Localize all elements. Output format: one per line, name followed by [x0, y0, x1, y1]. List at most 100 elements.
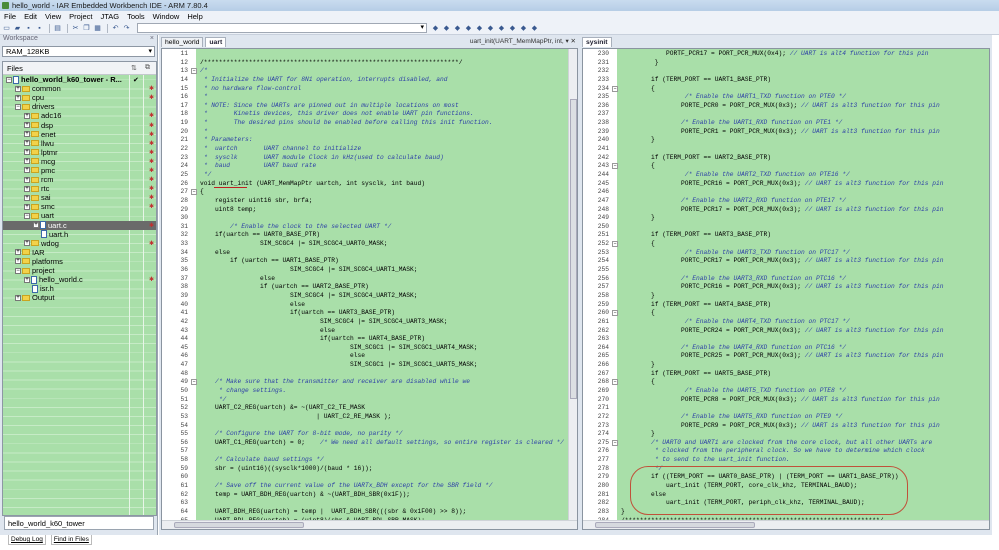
menu-tools[interactable]: Tools: [123, 12, 149, 21]
fold-toggle-icon[interactable]: −: [191, 68, 197, 75]
fold-toggle-icon[interactable]: −: [191, 379, 197, 386]
code-line[interactable]: 235 /* Enable the UART1_TXD function on …: [585, 93, 987, 102]
code-line[interactable]: 21 * Parameters:: [164, 136, 567, 145]
horizontal-scrollbar[interactable]: [162, 520, 577, 529]
expand-icon[interactable]: +: [24, 140, 30, 147]
code-line[interactable]: 255: [585, 266, 987, 275]
tree-item[interactable]: − project: [3, 266, 156, 275]
menu-jtag[interactable]: JTAG: [97, 12, 124, 21]
options-icon[interactable]: ⧉: [145, 64, 150, 72]
code-line[interactable]: 240 }: [585, 136, 987, 145]
code-line[interactable]: 269 /* Enable the UART5_TXD function on …: [585, 387, 987, 396]
code-line[interactable]: 259 if (TERM_PORT == UART4_BASE_PTR): [585, 301, 987, 310]
collapse-icon[interactable]: −: [24, 212, 30, 219]
code-line[interactable]: 257 PORTC_PCR16 = PORT_PCR_MUX(0x3); // …: [585, 283, 987, 292]
expand-icon[interactable]: +: [24, 131, 30, 138]
expand-icon[interactable]: +: [24, 176, 30, 183]
expand-icon[interactable]: +: [24, 203, 30, 210]
code-line[interactable]: 246: [585, 188, 987, 197]
code-line[interactable]: 263: [585, 335, 987, 344]
code-line[interactable]: 44 if(uartch == UART4_BASE_PTR): [164, 335, 567, 344]
code-line[interactable]: 270 PORTE_PCR8 = PORT_PCR_MUX(0x3); // U…: [585, 396, 987, 405]
collapse-icon[interactable]: −: [6, 76, 12, 83]
code-line[interactable]: 12 /*************************************…: [164, 59, 567, 68]
menu-view[interactable]: View: [41, 12, 65, 21]
code-line[interactable]: 31 /* Enable the clock to the selected U…: [164, 223, 567, 232]
save-icon[interactable]: ▪: [24, 24, 33, 33]
code-line[interactable]: 43 else: [164, 327, 567, 336]
tree-item[interactable]: + mcg ✱: [3, 157, 156, 166]
fold-toggle-icon[interactable]: −: [612, 241, 618, 248]
tree-item[interactable]: + dsp ✱: [3, 120, 156, 130]
code-line[interactable]: 242 if (TERM_PORT == UART2_BASE_PTR): [585, 154, 987, 163]
code-line[interactable]: 237: [585, 110, 987, 119]
tree-item[interactable]: − drivers: [3, 102, 156, 111]
configuration-select[interactable]: RAM_128KB: [2, 46, 155, 57]
menu-project[interactable]: Project: [65, 12, 96, 21]
code-line[interactable]: 11: [164, 50, 567, 59]
code-line[interactable]: 14 * Initialize the UART for 8N1 operati…: [164, 76, 567, 85]
expand-icon[interactable]: +: [15, 94, 21, 101]
code-line[interactable]: 17 * NOTE: Since the UARTs are pinned ou…: [164, 102, 567, 111]
expand-icon[interactable]: +: [15, 249, 21, 256]
menu-file[interactable]: File: [0, 12, 20, 21]
copy-icon[interactable]: ❐: [82, 24, 91, 33]
sort-icon[interactable]: ⇅: [131, 64, 137, 72]
fold-toggle-icon[interactable]: −: [612, 310, 618, 317]
save-all-icon[interactable]: ▪: [35, 24, 44, 33]
tree-item[interactable]: + smc ✱: [3, 202, 156, 211]
code-line[interactable]: 64 UART_BDH_REG(uartch) = temp | UART_BD…: [164, 508, 567, 517]
expand-icon[interactable]: +: [33, 222, 39, 229]
tree-item[interactable]: + sai ✱: [3, 193, 156, 202]
code-line[interactable]: 253 /* Enable the UART3_TXD function on …: [585, 249, 987, 258]
code-line[interactable]: 53 | UART_C2_RE_MASK );: [164, 413, 567, 422]
tree-item[interactable]: + rcm ✱: [3, 175, 156, 184]
code-line[interactable]: 276 * clocked from the peripheral clock.…: [585, 447, 987, 456]
code-line[interactable]: 19 * The desired pins should be enabled …: [164, 119, 567, 128]
expand-icon[interactable]: +: [24, 149, 30, 156]
debug-no-download-icon[interactable]: ◆: [530, 24, 539, 33]
code-line[interactable]: 61 /* Save off the current value of the …: [164, 482, 567, 491]
code-line[interactable]: 273 PORTE_PCR9 = PORT_PCR_MUX(0x3); // U…: [585, 422, 987, 431]
tree-item[interactable]: + wdog ✱: [3, 239, 156, 248]
make-icon[interactable]: ◆: [486, 24, 495, 33]
tree-item[interactable]: + platforms: [3, 257, 156, 266]
code-line[interactable]: 63: [164, 499, 567, 508]
tab-sysinit[interactable]: sysinit: [582, 37, 612, 47]
expand-icon[interactable]: +: [24, 158, 30, 165]
tree-item[interactable]: + adc16 ✱: [3, 111, 156, 120]
code-line[interactable]: 41 if(uartch == UART3_BASE_PTR): [164, 309, 567, 318]
code-line[interactable]: 28 register uint16 sbr, brfa;: [164, 197, 567, 206]
tree-item[interactable]: + lptmr ✱: [3, 148, 156, 157]
code-line[interactable]: 261 /* Enable the UART4_TXD function on …: [585, 318, 987, 327]
code-line[interactable]: 16 *: [164, 93, 567, 102]
compile-icon[interactable]: ◆: [475, 24, 484, 33]
code-line[interactable]: 51 */: [164, 396, 567, 405]
code-line[interactable]: 256 /* Enable the UART3_RXD function on …: [585, 275, 987, 284]
code-line[interactable]: 13−/*: [164, 67, 567, 76]
collapse-icon[interactable]: −: [15, 267, 21, 274]
find-icon[interactable]: ◆: [431, 24, 440, 33]
tree-item[interactable]: uart.h: [3, 230, 156, 239]
code-line[interactable]: 37 else: [164, 275, 567, 284]
code-line[interactable]: 243− {: [585, 162, 987, 171]
code-line[interactable]: 23 * sysclk UART module Clock in kHz(use…: [164, 154, 567, 163]
tree-item[interactable]: − uart: [3, 211, 156, 220]
code-line[interactable]: 247 /* Enable the UART2_RXD function on …: [585, 197, 987, 206]
code-line[interactable]: 47 SIM_SCGC1 |= SIM_SCGC1_UART5_MASK;: [164, 361, 567, 370]
code-line[interactable]: 45 SIM_SCGC1 |= SIM_SCGC1_UART4_MASK;: [164, 344, 567, 353]
expand-icon[interactable]: +: [24, 194, 30, 201]
code-line[interactable]: 58 /* Calculate baud settings */: [164, 456, 567, 465]
tree-item[interactable]: + enet ✱: [3, 130, 156, 139]
code-line[interactable]: 50 * change settings.: [164, 387, 567, 396]
code-line[interactable]: 42 SIM_SCGC4 |= SIM_SCGC4_UART3_MASK;: [164, 318, 567, 327]
code-line[interactable]: 38 if (uartch == UART2_BASE_PTR): [164, 283, 567, 292]
code-line[interactable]: 18 * Kinetis devices, this driver does n…: [164, 110, 567, 119]
tree-item[interactable]: + hello_world.c ✱: [3, 275, 156, 284]
tree-item[interactable]: + rtc ✱: [3, 184, 156, 193]
vertical-scrollbar[interactable]: [568, 49, 577, 520]
fold-toggle-icon[interactable]: −: [191, 189, 197, 196]
code-line[interactable]: 250: [585, 223, 987, 232]
expand-icon[interactable]: +: [24, 276, 30, 283]
code-line[interactable]: 59 sbr = (uint16)((sysclk*1000)/(baud * …: [164, 465, 567, 474]
